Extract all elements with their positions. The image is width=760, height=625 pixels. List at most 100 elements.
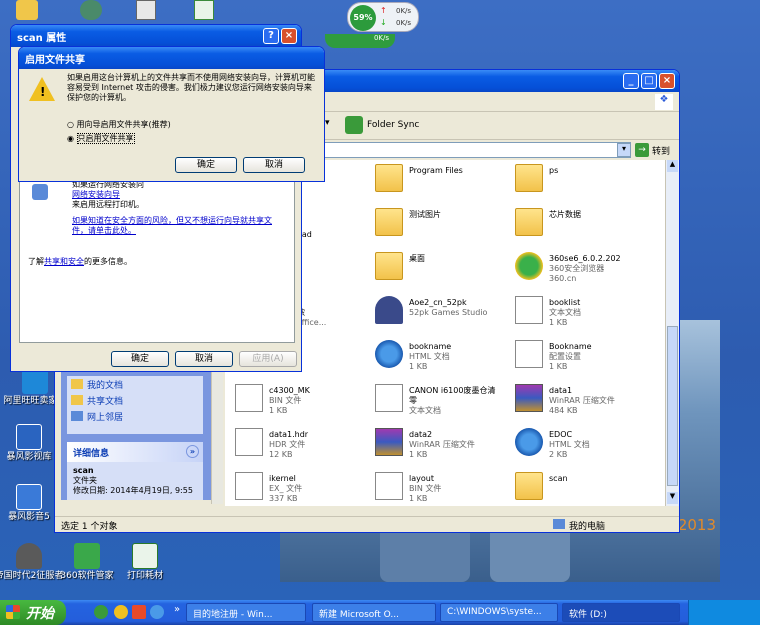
network-wizard-link[interactable]: 网络安装向导 <box>72 190 272 200</box>
scroll-thumb[interactable] <box>667 326 678 486</box>
file-size: 1 KB <box>409 494 428 503</box>
file-item-15[interactable]: EDOC HTML 文档 2 KB <box>549 430 641 460</box>
share-ok-button[interactable]: 确定 <box>175 157 237 173</box>
network-places-link[interactable]: 网上邻居 <box>87 410 123 423</box>
file-item-14[interactable]: data2 WinRAR 压缩文件 1 KB <box>409 430 501 460</box>
file-item-9[interactable]: Bookname 配置设置 1 KB <box>549 342 641 372</box>
address-input[interactable] <box>295 142 631 158</box>
storm-player-icon <box>16 484 42 510</box>
bin-file-icon <box>235 472 263 500</box>
taskbar-item-3[interactable]: 软件 (D:) <box>562 603 680 622</box>
address-dropdown-button[interactable]: ▾ <box>617 143 631 157</box>
help-button[interactable]: ? <box>263 28 279 44</box>
file-item-1[interactable]: ps <box>549 166 641 176</box>
maximize-button[interactable]: □ <box>641 73 657 89</box>
properties-close-button[interactable]: × <box>281 28 297 44</box>
taskbar-item-2[interactable]: C:\WINDOWS\syste... <box>440 603 558 622</box>
desktop-top-icon-1[interactable] <box>16 0 38 20</box>
bin-file-icon <box>375 472 403 500</box>
taskbar: 开始 » 目的地注册 - Win... 新建 Microsoft O... C:… <box>0 600 760 625</box>
status-selection: 选定 1 个对象 <box>61 522 118 532</box>
other-places-panel: 我的文档 共享文档 网上邻居 <box>67 376 203 434</box>
aoe-helmet-icon <box>375 296 403 324</box>
details-panel: scan 文件夹 修改日期: 2014年4月19日, 9:55 <box>67 462 203 500</box>
sharing-security-link[interactable]: 共享和安全 <box>44 257 84 266</box>
file-type: HDR 文件 <box>269 440 306 449</box>
file-item-12[interactable]: data1 WinRAR 压缩文件 484 KB <box>549 386 641 416</box>
file-name: 芯片数据 <box>549 210 581 219</box>
file-item-6[interactable]: Aoe2_cn_52pk 52pk Games Studio <box>409 298 501 318</box>
details-modified: 修改日期: 2014年4月19日, 9:55 <box>73 486 193 495</box>
360-browser-icon <box>515 252 543 280</box>
network-speed-widget[interactable]: 59% ↑ ↓ 0K/s 0K/s <box>347 2 419 32</box>
file-item-18[interactable]: scan <box>549 474 641 484</box>
properties-ok-button[interactable]: 确定 <box>111 351 169 367</box>
share-cancel-button[interactable]: 取消 <box>243 157 305 173</box>
file-name: data1 <box>549 386 573 395</box>
desktop-top-icon-3[interactable] <box>136 0 156 20</box>
option-only-share-radio[interactable]: ◉ 只启用文件共享 <box>67 133 135 144</box>
quicklaunch-icon-4[interactable] <box>150 605 164 619</box>
file-item-2[interactable]: 测试图片 <box>409 210 501 220</box>
upload-arrow-icon: ↑ <box>380 6 387 15</box>
file-item-16[interactable]: ikernel EX_ 文件 337 KB <box>269 474 361 504</box>
file-name: ps <box>549 166 559 175</box>
file-name: 桌面 <box>409 254 425 263</box>
network-icon <box>32 184 48 200</box>
properties-cancel-button[interactable]: 取消 <box>175 351 233 367</box>
file-item-3[interactable]: 芯片数据 <box>549 210 641 220</box>
minimize-button[interactable]: _ <box>623 73 639 89</box>
storm-video-icon <box>16 424 42 450</box>
scroll-up-arrow-icon[interactable]: ▲ <box>667 160 678 172</box>
taskbar-item-0[interactable]: 目的地注册 - Win... <box>186 603 306 622</box>
file-item-5[interactable]: 360se6_6.0.2.202 360安全浏览器 360.cn <box>549 254 641 284</box>
file-name: ikernel <box>269 474 296 483</box>
text-file-icon <box>375 384 403 412</box>
file-item-10[interactable]: c4300_MK BIN 文件 1 KB <box>269 386 361 416</box>
sharing-warning-message: 如果启用这台计算机上的文件共享而不使用网络安装向导，计算机可能容易受到 Inte… <box>67 73 315 102</box>
360-manager-icon <box>74 543 100 569</box>
taskbar-item-1[interactable]: 新建 Microsoft O... <box>312 603 436 622</box>
desktop-icon-print-supplies[interactable]: 打印耗材 <box>110 543 180 582</box>
file-item-0[interactable]: Program Files <box>409 166 501 176</box>
properties-apply-button[interactable]: 应用(A) <box>239 351 297 367</box>
file-type: BIN 文件 <box>269 396 302 405</box>
desktop-top-icon-2[interactable] <box>80 0 102 20</box>
my-documents-link[interactable]: 我的文档 <box>87 378 123 391</box>
bin-file-icon <box>235 384 263 412</box>
desktop-top-icon-4[interactable] <box>194 0 214 20</box>
enable-sharing-titlebar: 启用文件共享 <box>19 47 324 69</box>
file-item-7[interactable]: booklist 文本文档 1 KB <box>549 298 641 328</box>
file-size: 484 KB <box>549 406 578 415</box>
file-item-13[interactable]: data1.hdr HDR 文件 12 KB <box>269 430 361 460</box>
file-type: WinRAR 压缩文件 <box>409 440 475 449</box>
file-item-4[interactable]: 桌面 <box>409 254 501 264</box>
collapse-chevron-icon[interactable]: » <box>186 445 199 458</box>
learn-more-text: 了解共享和安全的更多信息。 <box>28 257 132 266</box>
file-item-11[interactable]: CANON i6100废墨仓清零 文本文档 <box>409 386 501 416</box>
quicklaunch-icon-1[interactable] <box>94 605 108 619</box>
share-without-wizard-link[interactable]: 如果知道在安全方面的风险，但又不想运行向导就共享文件，请单击此处。 <box>72 216 272 236</box>
quicklaunch-icon-3[interactable] <box>132 605 146 619</box>
file-name: Aoe2_cn_52pk <box>409 298 467 307</box>
file-item-17[interactable]: layout BIN 文件 1 KB <box>409 474 501 504</box>
shared-documents-link[interactable]: 共享文档 <box>87 394 123 407</box>
folder-sync-button[interactable]: Folder Sync <box>367 120 419 130</box>
quicklaunch-expand-icon[interactable]: » <box>174 604 180 615</box>
quicklaunch-icon-2[interactable] <box>114 605 128 619</box>
file-name: data2 <box>409 430 433 439</box>
folder-icon <box>515 472 543 500</box>
start-button[interactable]: 开始 <box>0 600 66 625</box>
file-type: EX_ 文件 <box>269 484 303 493</box>
close-button[interactable]: × <box>659 73 675 89</box>
scroll-down-arrow-icon[interactable]: ▼ <box>667 492 678 504</box>
details-header[interactable]: 详细信息 » <box>67 442 203 462</box>
folder-icon <box>515 208 543 236</box>
file-item-8[interactable]: bookname HTML 文档 1 KB <box>409 342 501 372</box>
file-size: 1 KB <box>409 362 428 371</box>
file-name: c4300_MK <box>269 386 310 395</box>
go-button[interactable]: 转到 <box>652 144 670 157</box>
file-size: 337 KB <box>269 494 298 503</box>
option-wizard-radio[interactable]: ○ 用向导启用文件共享(推荐) <box>67 119 171 130</box>
vertical-scrollbar[interactable]: ▲ ▼ <box>665 160 679 506</box>
